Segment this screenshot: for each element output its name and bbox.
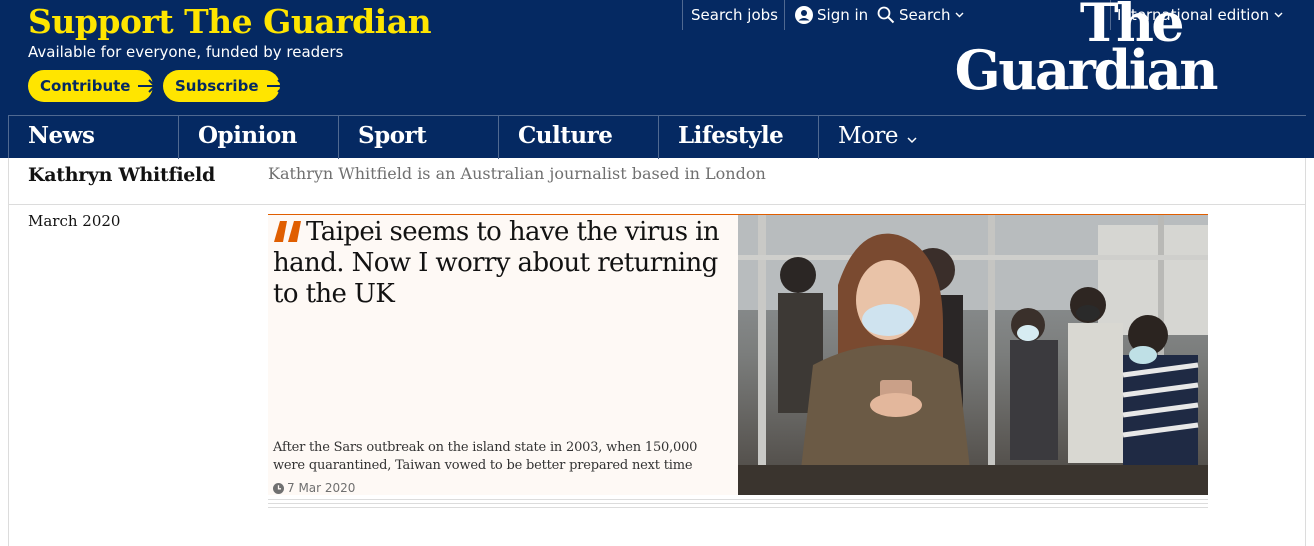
card-rule	[268, 503, 1208, 504]
content-border-left	[8, 158, 9, 546]
clock-icon	[273, 482, 284, 494]
article-headline: Taipei seems to have the virus in hand. …	[273, 217, 720, 309]
nav-more-label: More	[838, 123, 899, 149]
card-rule	[268, 507, 1208, 508]
account-icon	[795, 6, 813, 24]
support-title: Support The Guardian	[28, 2, 432, 41]
header-divider	[682, 0, 683, 30]
article-date: 7 Mar 2020	[287, 481, 356, 495]
search-icon	[877, 6, 895, 24]
guardian-logo[interactable]: The Guardian	[916, 0, 1219, 102]
arrow-right-icon	[266, 79, 287, 93]
subscribe-button[interactable]: Subscribe	[163, 70, 285, 102]
logo-line-2: Guardian	[954, 38, 1219, 102]
header-divider	[784, 0, 785, 30]
masthead: Support The Guardian Available for every…	[0, 0, 1314, 159]
sign-in-link[interactable]: Sign in	[795, 6, 868, 24]
archive-date-heading: March 2020	[28, 212, 121, 230]
chevron-down-icon	[1274, 12, 1283, 18]
article-card[interactable]: Taipei seems to have the virus in hand. …	[268, 214, 1208, 495]
sign-in-label: Sign in	[817, 6, 869, 24]
arrow-right-icon	[138, 79, 158, 93]
support-subtitle: Available for everyone, funded by reader…	[28, 43, 344, 61]
contribute-button[interactable]: Contribute	[28, 70, 157, 102]
search-jobs-link[interactable]: Search jobs	[691, 6, 778, 24]
contribute-label: Contribute	[40, 77, 131, 95]
nav-item-sport[interactable]: Sport	[338, 116, 498, 159]
section-divider	[9, 204, 1305, 205]
article-meta: 7 Mar 2020	[273, 481, 355, 495]
chevron-down-icon	[907, 117, 917, 157]
article-photo	[738, 215, 1208, 495]
subscribe-label: Subscribe	[175, 77, 259, 95]
article-standfirst: After the Sars outbreak on the island st…	[273, 440, 698, 473]
main-nav: News Opinion Sport Culture Lifestyle Mor…	[8, 115, 1306, 159]
card-rule	[268, 499, 1208, 500]
nav-item-lifestyle[interactable]: Lifestyle	[658, 116, 818, 159]
content-border-right	[1305, 158, 1306, 546]
nav-item-news[interactable]: News	[8, 116, 178, 159]
nav-item-more[interactable]: More	[818, 116, 978, 159]
author-name: Kathryn Whitfield	[28, 164, 215, 186]
nav-item-culture[interactable]: Culture	[498, 116, 658, 159]
author-bio: Kathryn Whitfield is an Australian journ…	[268, 164, 766, 183]
nav-item-opinion[interactable]: Opinion	[178, 116, 338, 159]
